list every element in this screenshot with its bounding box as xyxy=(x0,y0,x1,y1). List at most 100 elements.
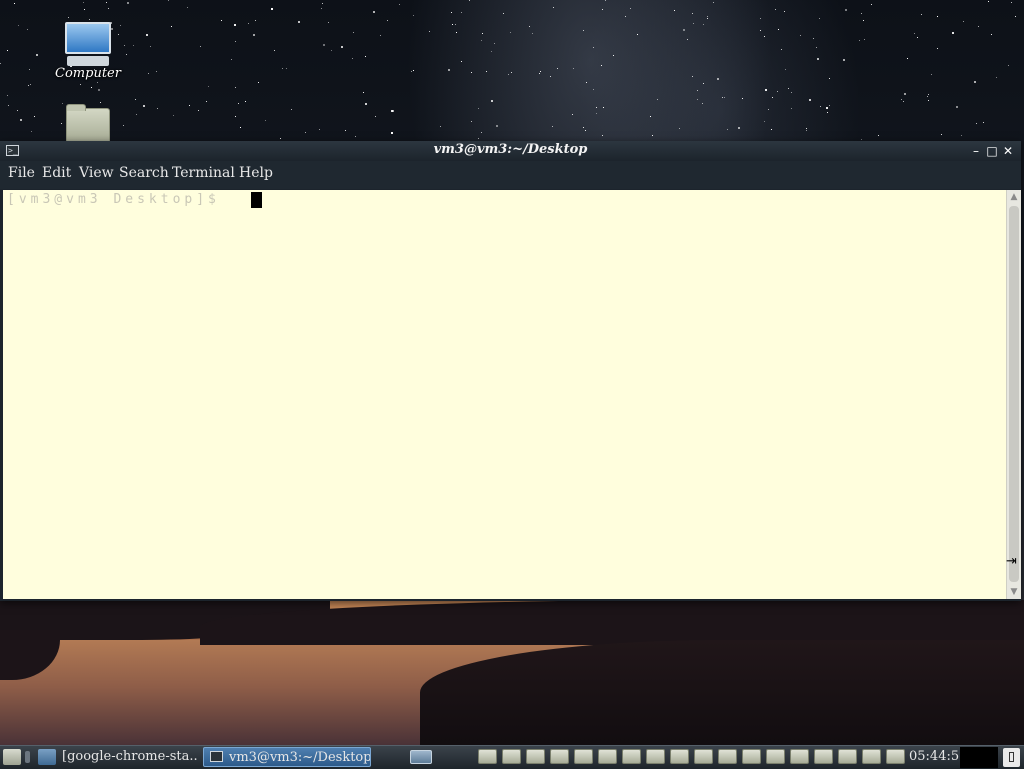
maximize-button[interactable]: □ xyxy=(985,144,999,158)
star xyxy=(692,76,693,77)
separator-icon xyxy=(25,751,30,763)
star xyxy=(791,92,792,93)
star xyxy=(760,30,761,31)
star xyxy=(200,46,201,47)
star xyxy=(100,102,101,103)
taskbar: [google-chrome-sta... vm3@vm3:~/Desktop … xyxy=(0,745,1024,769)
menu-help[interactable]: Help xyxy=(239,165,273,181)
star xyxy=(1011,2,1012,3)
vertical-scrollbar[interactable]: ▲ ▼ xyxy=(1006,190,1021,599)
star xyxy=(859,40,860,41)
terminal-output-area[interactable]: [vm3@vm3 Desktop]$ xyxy=(3,190,1006,599)
folder-icon[interactable] xyxy=(550,749,569,764)
star xyxy=(189,105,190,106)
folder-icon[interactable] xyxy=(838,749,857,764)
star xyxy=(861,139,862,140)
star xyxy=(235,41,236,42)
tray-toggle-button[interactable] xyxy=(1003,748,1020,767)
scroll-down-arrow-icon[interactable]: ▼ xyxy=(1007,585,1021,599)
star xyxy=(679,128,680,129)
star xyxy=(208,86,209,87)
folder-icon[interactable] xyxy=(862,749,881,764)
home-folder-icon xyxy=(66,104,110,144)
menu-file[interactable]: File xyxy=(8,165,35,181)
star xyxy=(156,71,157,72)
star xyxy=(478,138,479,139)
minimize-button[interactable]: – xyxy=(969,144,983,158)
star xyxy=(596,113,597,114)
star xyxy=(596,107,597,108)
menu-view[interactable]: View xyxy=(79,165,114,181)
folder-icon[interactable] xyxy=(886,749,905,764)
star xyxy=(98,89,100,91)
star xyxy=(601,65,602,66)
folder-icon[interactable] xyxy=(502,749,521,764)
star xyxy=(136,114,137,115)
folder-icon[interactable] xyxy=(790,749,809,764)
menu-edit[interactable]: Edit xyxy=(42,165,71,181)
star xyxy=(738,127,740,129)
star xyxy=(280,138,281,139)
star xyxy=(399,4,400,5)
star xyxy=(863,20,864,21)
folder-icon[interactable] xyxy=(526,749,545,764)
star xyxy=(482,33,483,34)
taskbar-task-chrome[interactable]: [google-chrome-sta... xyxy=(58,747,198,767)
star xyxy=(1008,65,1009,66)
shell-prompt: [vm3@vm3 Desktop]$ xyxy=(7,192,220,207)
close-button[interactable]: ✕ xyxy=(1001,144,1015,158)
star xyxy=(258,82,259,83)
scroll-up-arrow-icon[interactable]: ▲ xyxy=(1007,190,1021,204)
star xyxy=(157,108,158,109)
menu-search[interactable]: Search xyxy=(119,165,169,181)
star xyxy=(650,116,651,117)
star xyxy=(491,100,493,102)
star xyxy=(707,16,708,17)
task-label: [google-chrome-sta... xyxy=(62,749,198,764)
star xyxy=(7,50,8,51)
folder-icon[interactable] xyxy=(478,749,497,764)
menu-terminal[interactable]: Terminal xyxy=(172,165,235,181)
terminal-icon xyxy=(210,751,223,762)
desktop-icon-computer[interactable]: Computer xyxy=(48,22,128,81)
star xyxy=(511,72,512,73)
workspace-preview-icon[interactable] xyxy=(410,750,432,764)
star xyxy=(168,0,169,1)
folder-icon[interactable] xyxy=(694,749,713,764)
system-tray xyxy=(960,747,998,768)
star xyxy=(375,116,376,117)
desktop-icon-home[interactable] xyxy=(48,104,128,144)
star xyxy=(240,127,241,128)
star xyxy=(937,48,938,49)
taskbar-clock[interactable]: 05:44:58 xyxy=(909,747,967,767)
star xyxy=(775,9,776,10)
star xyxy=(539,73,540,74)
folder-icon[interactable] xyxy=(718,749,737,764)
folder-icon[interactable] xyxy=(646,749,665,764)
folder-icon[interactable] xyxy=(670,749,689,764)
show-desktop-icon[interactable] xyxy=(38,749,56,765)
star xyxy=(173,115,174,116)
scrollbar-thumb[interactable] xyxy=(1009,206,1019,582)
star xyxy=(917,37,918,38)
computer-icon xyxy=(65,22,111,54)
star xyxy=(198,110,199,111)
taskbar-task-terminal[interactable]: vm3@vm3:~/Desktop xyxy=(203,747,371,767)
star xyxy=(693,23,694,24)
star xyxy=(914,33,915,34)
folder-icon[interactable] xyxy=(742,749,761,764)
folder-icon[interactable] xyxy=(766,749,785,764)
star xyxy=(291,109,292,110)
folder-icon[interactable] xyxy=(598,749,617,764)
star xyxy=(30,84,31,85)
folder-icon[interactable] xyxy=(622,749,641,764)
star xyxy=(221,20,222,21)
folder-icon[interactable] xyxy=(574,749,593,764)
title-bar[interactable]: >_ vm3@vm3:~/Desktop – □ ✕ xyxy=(0,141,1021,161)
star xyxy=(29,69,30,70)
folder-icon[interactable] xyxy=(814,749,833,764)
star xyxy=(683,29,685,31)
star xyxy=(150,46,151,47)
app-menu-icon[interactable] xyxy=(3,749,21,765)
star xyxy=(784,11,785,12)
